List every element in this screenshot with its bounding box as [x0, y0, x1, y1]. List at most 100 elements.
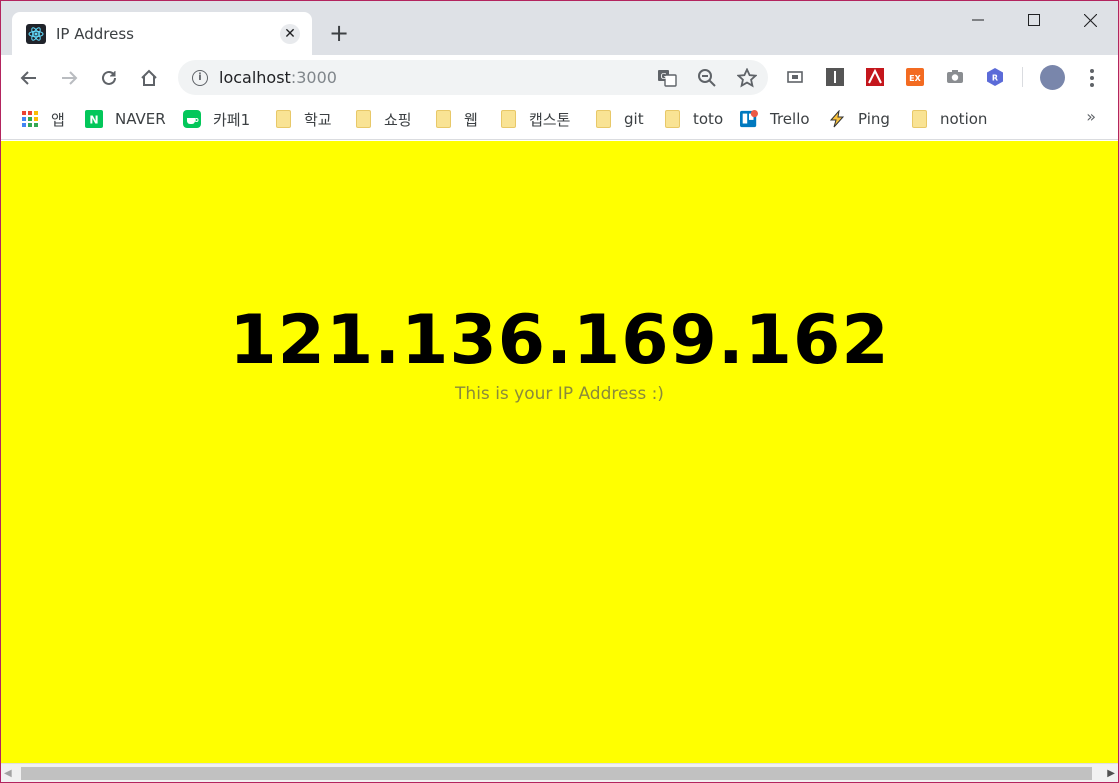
zoom-button[interactable] — [694, 65, 720, 91]
url-port: :3000 — [290, 68, 337, 87]
r-hexagon-icon: R — [987, 68, 1003, 86]
toolbar-separator — [1022, 67, 1023, 87]
minimize-button[interactable] — [950, 1, 1006, 39]
page-content: 121.136.169.162 This is your IP Address … — [1, 141, 1118, 763]
folder-icon — [354, 110, 372, 128]
scroll-left-arrow-icon[interactable]: ◀ — [4, 768, 12, 779]
extension-screen-button[interactable] — [782, 64, 808, 90]
bookmark-shopping[interactable]: 쇼핑 — [354, 107, 412, 131]
menu-dot-icon — [1090, 76, 1094, 80]
bookmark-label: 캡스톤 — [529, 110, 571, 129]
svg-text:N: N — [89, 114, 98, 127]
bookmark-apps[interactable]: 앱 — [21, 107, 65, 131]
folder-icon — [663, 110, 681, 128]
bookmark-label: Trello — [770, 110, 810, 128]
screen-icon — [787, 71, 803, 83]
forward-button[interactable] — [56, 65, 82, 91]
bookmark-star-button[interactable] — [734, 65, 760, 91]
extension-r-button[interactable]: R — [982, 64, 1008, 90]
bookmark-label: 웹 — [464, 110, 478, 129]
bookmark-label: 쇼핑 — [384, 110, 412, 129]
extensions-area: EX R — [782, 64, 1023, 90]
tab-ip-address[interactable]: IP Address ✕ — [12, 12, 312, 55]
react-favicon-icon — [26, 23, 46, 44]
horizontal-scrollbar[interactable]: ◀ ▶ — [1, 763, 1118, 782]
tab-close-icon[interactable]: ✕ — [280, 23, 300, 44]
trello-icon — [740, 110, 758, 128]
back-button[interactable] — [16, 65, 42, 91]
bookmark-cafe[interactable]: 카페1 — [183, 107, 250, 131]
window-controls — [950, 1, 1118, 39]
folder-icon — [274, 110, 292, 128]
bookmark-school[interactable]: 학교 — [274, 107, 332, 131]
tab-title: IP Address — [56, 24, 134, 43]
bookmark-label: toto — [693, 110, 724, 128]
bookmark-trello[interactable]: Trello — [740, 107, 810, 131]
maximize-button[interactable] — [1006, 1, 1062, 39]
reload-icon — [102, 70, 116, 85]
address-bar[interactable]: i localhost:3000 G — [178, 60, 768, 95]
bookmark-label: 학교 — [304, 110, 332, 129]
acrobat-icon — [866, 68, 884, 86]
bookmark-label: NAVER — [115, 110, 166, 128]
new-tab-button[interactable]: + — [327, 19, 351, 47]
info-icon[interactable]: i — [192, 69, 208, 86]
i-block-icon — [826, 68, 844, 86]
bookmark-label: 앱 — [51, 110, 65, 129]
bookmark-naver[interactable]: N NAVER — [85, 107, 166, 131]
ex-label: EX — [909, 74, 921, 83]
bookmarks-bar: 앱 N NAVER 카페1 학교 쇼핑 웹 캡스톤 git toto Trell… — [1, 101, 1118, 140]
extension-i-button[interactable] — [822, 64, 848, 90]
close-icon — [1083, 13, 1097, 27]
folder-icon — [910, 110, 928, 128]
svg-text:G: G — [661, 72, 667, 81]
folder-icon — [499, 110, 517, 128]
ip-caption: This is your IP Address :) — [455, 384, 664, 404]
bolt-icon — [828, 110, 846, 128]
translate-icon: G — [658, 70, 677, 87]
translate-button[interactable]: G — [654, 65, 680, 91]
camera-icon — [947, 70, 963, 83]
apps-grid-icon — [21, 110, 39, 128]
bookmark-web[interactable]: 웹 — [434, 107, 478, 131]
close-window-button[interactable] — [1062, 1, 1118, 39]
chrome-menu-button[interactable] — [1083, 65, 1101, 91]
menu-dot-icon — [1090, 69, 1094, 73]
home-icon — [141, 69, 157, 86]
bookmark-capstone[interactable]: 캡스톤 — [499, 107, 570, 131]
minimize-icon — [972, 19, 984, 21]
star-icon — [737, 68, 757, 88]
omnibox-actions: G — [654, 65, 760, 91]
bookmarks-overflow-button[interactable]: » — [1086, 107, 1096, 126]
arrow-right-icon — [62, 71, 78, 85]
bookmark-label: git — [624, 110, 644, 128]
arrow-left-icon — [20, 71, 36, 85]
folder-icon — [434, 110, 452, 128]
bookmark-ping[interactable]: Ping — [828, 107, 890, 131]
scrollbar-thumb[interactable] — [21, 767, 1092, 780]
reload-button[interactable] — [96, 65, 122, 91]
home-button[interactable] — [136, 65, 162, 91]
extension-camera-button[interactable] — [942, 64, 968, 90]
folder-icon — [594, 110, 612, 128]
bookmark-notion[interactable]: notion — [910, 107, 987, 131]
ex-icon: EX — [906, 68, 924, 86]
bookmark-label: 카페1 — [213, 110, 251, 129]
tab-strip: IP Address ✕ + — [1, 1, 1118, 55]
maximize-icon — [1028, 14, 1040, 26]
bookmark-toto[interactable]: toto — [663, 107, 723, 131]
cafe-icon — [183, 110, 201, 128]
bookmark-git[interactable]: git — [594, 107, 644, 131]
bookmark-label: Ping — [858, 110, 890, 128]
bookmark-label: notion — [940, 110, 988, 128]
browser-window: IP Address ✕ + i localhost:3000 G EX R … — [0, 0, 1119, 783]
extension-ex-button[interactable]: EX — [902, 64, 928, 90]
zoom-out-icon — [698, 69, 716, 87]
menu-dot-icon — [1090, 83, 1094, 87]
extension-acrobat-button[interactable] — [862, 64, 888, 90]
url-host: localhost — [219, 68, 291, 87]
profile-avatar[interactable] — [1040, 65, 1065, 90]
scroll-right-arrow-icon[interactable]: ▶ — [1107, 768, 1115, 779]
naver-icon: N — [85, 110, 103, 128]
r-label: R — [992, 74, 998, 83]
